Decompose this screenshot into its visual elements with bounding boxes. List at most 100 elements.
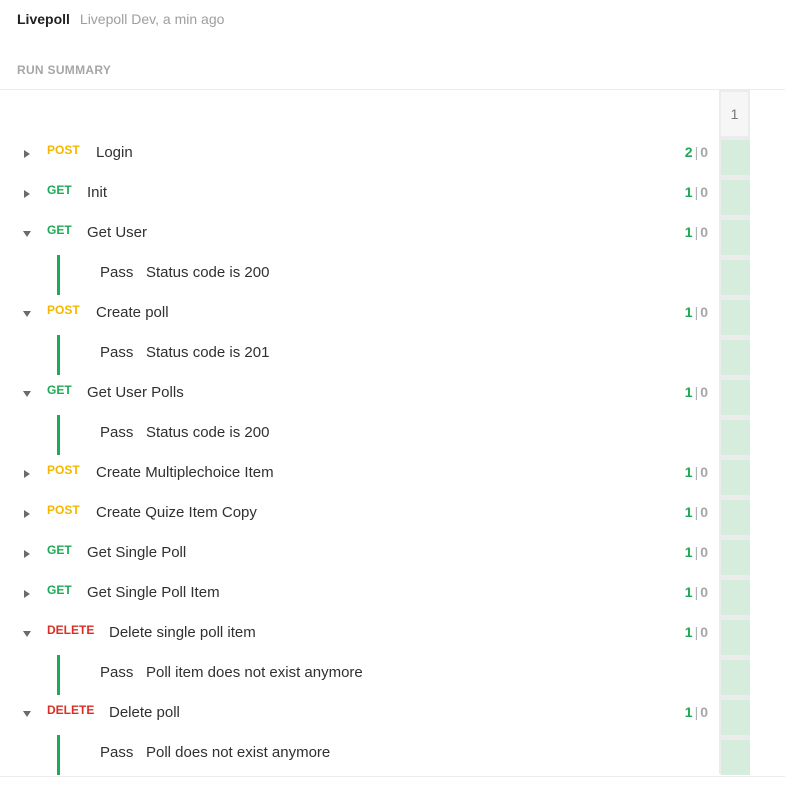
- caret-shape: [23, 631, 31, 637]
- environment-and-time: Livepoll Dev, a min ago: [79, 11, 225, 27]
- failed-count: 0: [700, 144, 708, 160]
- passed-count: 1: [684, 704, 693, 720]
- test-counts: 1 | 0: [685, 304, 708, 320]
- caret-down-icon[interactable]: [22, 309, 32, 319]
- test-name: Status code is 200: [146, 264, 270, 281]
- test-row: Pass Poll item does not exist anymore: [0, 655, 718, 695]
- method-badge: DELETE: [47, 623, 95, 637]
- iteration-header[interactable]: 1: [721, 92, 748, 136]
- failed-count: 0: [700, 584, 708, 600]
- method-badge: DELETE: [47, 703, 95, 717]
- request-row[interactable]: POST Create Quize Item Copy 1 | 0: [0, 495, 718, 535]
- test-row: Pass Status code is 201: [0, 335, 718, 375]
- request-name[interactable]: Get Single Poll Item: [87, 584, 220, 601]
- test-counts: 1 | 0: [685, 504, 708, 520]
- divider: [0, 776, 785, 777]
- count-separator: |: [694, 544, 699, 560]
- test-counts: 1 | 0: [685, 224, 708, 240]
- iteration-pass-cell: [721, 300, 750, 335]
- iteration-pass-cell: [721, 340, 750, 375]
- iteration-pass-cell: [721, 580, 750, 615]
- request-name[interactable]: Get User: [87, 224, 147, 241]
- failed-count: 0: [700, 184, 708, 200]
- test-counts: 1 | 0: [685, 544, 708, 560]
- passed-count: 1: [684, 624, 693, 640]
- test-status-bar: [57, 415, 60, 455]
- request-row[interactable]: GET Init 1 | 0: [0, 175, 718, 215]
- test-counts: 2 | 0: [685, 144, 708, 160]
- count-separator: |: [694, 504, 699, 520]
- iteration-pass-cell: [721, 500, 750, 535]
- test-name: Poll item does not exist anymore: [146, 664, 363, 681]
- passed-count: 1: [684, 584, 693, 600]
- count-separator: |: [694, 584, 699, 600]
- caret-right-icon[interactable]: [22, 149, 32, 159]
- request-row[interactable]: GET Get Single Poll Item 1 | 0: [0, 575, 718, 615]
- request-row[interactable]: DELETE Delete poll 1 | 0: [0, 695, 718, 735]
- caret-down-icon[interactable]: [22, 709, 32, 719]
- test-status: Pass: [100, 744, 134, 761]
- caret-right-icon[interactable]: [22, 589, 32, 599]
- method-badge: GET: [47, 183, 72, 197]
- failed-count: 0: [700, 464, 708, 480]
- method-badge: POST: [47, 303, 80, 317]
- request-row[interactable]: DELETE Delete single poll item 1 | 0: [0, 615, 718, 655]
- caret-shape: [24, 150, 30, 158]
- caret-down-icon[interactable]: [22, 629, 32, 639]
- iteration-pass-cell: [721, 380, 750, 415]
- request-name[interactable]: Create poll: [96, 304, 169, 321]
- caret-right-icon[interactable]: [22, 549, 32, 559]
- count-separator: |: [694, 704, 699, 720]
- test-counts: 1 | 0: [685, 704, 708, 720]
- iteration-pass-cell: [721, 180, 750, 215]
- passed-count: 1: [684, 504, 693, 520]
- caret-down-icon[interactable]: [22, 389, 32, 399]
- caret-right-icon[interactable]: [22, 509, 32, 519]
- caret-shape: [24, 470, 30, 478]
- request-name[interactable]: Init: [87, 184, 107, 201]
- method-badge: GET: [47, 543, 72, 557]
- request-row[interactable]: POST Login 2 | 0: [0, 135, 718, 175]
- iteration-pass-cell: [721, 620, 750, 655]
- failed-count: 0: [700, 504, 708, 520]
- test-status-bar: [57, 335, 60, 375]
- iteration-pass-cell: [721, 740, 750, 775]
- iteration-pass-cell: [721, 220, 750, 255]
- test-counts: 1 | 0: [685, 624, 708, 640]
- request-name[interactable]: Get User Polls: [87, 384, 184, 401]
- request-row[interactable]: POST Create poll 1 | 0: [0, 295, 718, 335]
- passed-count: 1: [684, 384, 693, 400]
- request-row[interactable]: GET Get User 1 | 0: [0, 215, 718, 255]
- request-name[interactable]: Create Quize Item Copy: [96, 504, 257, 521]
- caret-right-icon[interactable]: [22, 189, 32, 199]
- iteration-pass-cell: [721, 420, 750, 455]
- request-name[interactable]: Create Multiplechoice Item: [96, 464, 274, 481]
- passed-count: 1: [684, 544, 693, 560]
- caret-down-icon[interactable]: [22, 229, 32, 239]
- test-row: Pass Poll does not exist anymore: [0, 735, 718, 775]
- request-name[interactable]: Delete single poll item: [109, 624, 256, 641]
- test-name: Poll does not exist anymore: [146, 744, 331, 761]
- divider: [0, 89, 785, 90]
- request-row[interactable]: GET Get User Polls 1 | 0: [0, 375, 718, 415]
- test-name: Status code is 200: [146, 424, 270, 441]
- collection-name: Livepoll: [17, 11, 70, 27]
- caret-right-icon[interactable]: [22, 469, 32, 479]
- test-row: Pass Status code is 200: [0, 255, 718, 295]
- count-separator: |: [694, 304, 699, 320]
- method-badge: GET: [47, 583, 72, 597]
- request-name[interactable]: Delete poll: [109, 704, 180, 721]
- request-row[interactable]: GET Get Single Poll 1 | 0: [0, 535, 718, 575]
- request-name[interactable]: Login: [96, 144, 133, 161]
- passed-count: 1: [684, 224, 693, 240]
- test-status: Pass: [100, 344, 134, 361]
- caret-shape: [24, 510, 30, 518]
- failed-count: 0: [700, 384, 708, 400]
- run-header: Livepoll Livepoll Dev, a min ago: [17, 11, 224, 31]
- count-separator: |: [694, 184, 699, 200]
- passed-count: 1: [684, 464, 693, 480]
- request-row[interactable]: POST Create Multiplechoice Item 1 | 0: [0, 455, 718, 495]
- passed-count: 2: [684, 144, 693, 160]
- failed-count: 0: [700, 624, 708, 640]
- request-name[interactable]: Get Single Poll: [87, 544, 186, 561]
